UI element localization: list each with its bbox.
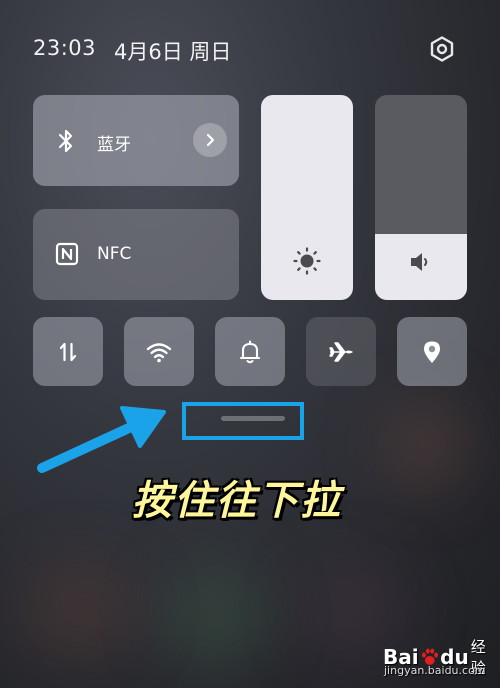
sound-toggle[interactable] [215,317,285,386]
settings-button[interactable] [428,35,456,63]
wifi-toggle[interactable] [124,317,194,386]
bluetooth-label: 蓝牙 [97,135,131,155]
drag-handle-highlight [182,402,304,440]
wifi-icon [146,342,172,362]
nfc-label: NFC [97,244,132,264]
background-bokeh [20,560,140,660]
volume-slider[interactable] [375,95,467,300]
bluetooth-expand-button[interactable] [193,123,227,157]
gear-icon [430,36,454,62]
brightness-slider[interactable] [261,95,353,300]
sun-icon [293,247,321,275]
background-bokeh [160,560,270,670]
status-date: 4月6日 周日 [114,40,232,64]
airplane-mode-toggle[interactable] [306,317,376,386]
bluetooth-icon [58,129,73,153]
drag-handle[interactable] [221,416,285,421]
speaker-icon [411,253,428,271]
watermark-url: jingyan.baidu.com [384,664,486,677]
nfc-icon [55,242,79,266]
bell-icon [239,339,261,363]
airplane-icon [329,341,353,362]
location-icon [424,341,440,363]
mobile-data-toggle[interactable] [33,317,103,386]
location-toggle[interactable] [397,317,467,386]
status-time: 23:03 [33,36,97,60]
chevron-right-icon [206,133,215,147]
bluetooth-tile[interactable]: 蓝牙 [33,95,239,186]
data-transfer-icon [59,342,77,361]
instruction-caption: 按住往下拉 [132,478,342,524]
nfc-tile[interactable]: NFC [33,209,239,300]
background-bokeh [380,400,470,490]
